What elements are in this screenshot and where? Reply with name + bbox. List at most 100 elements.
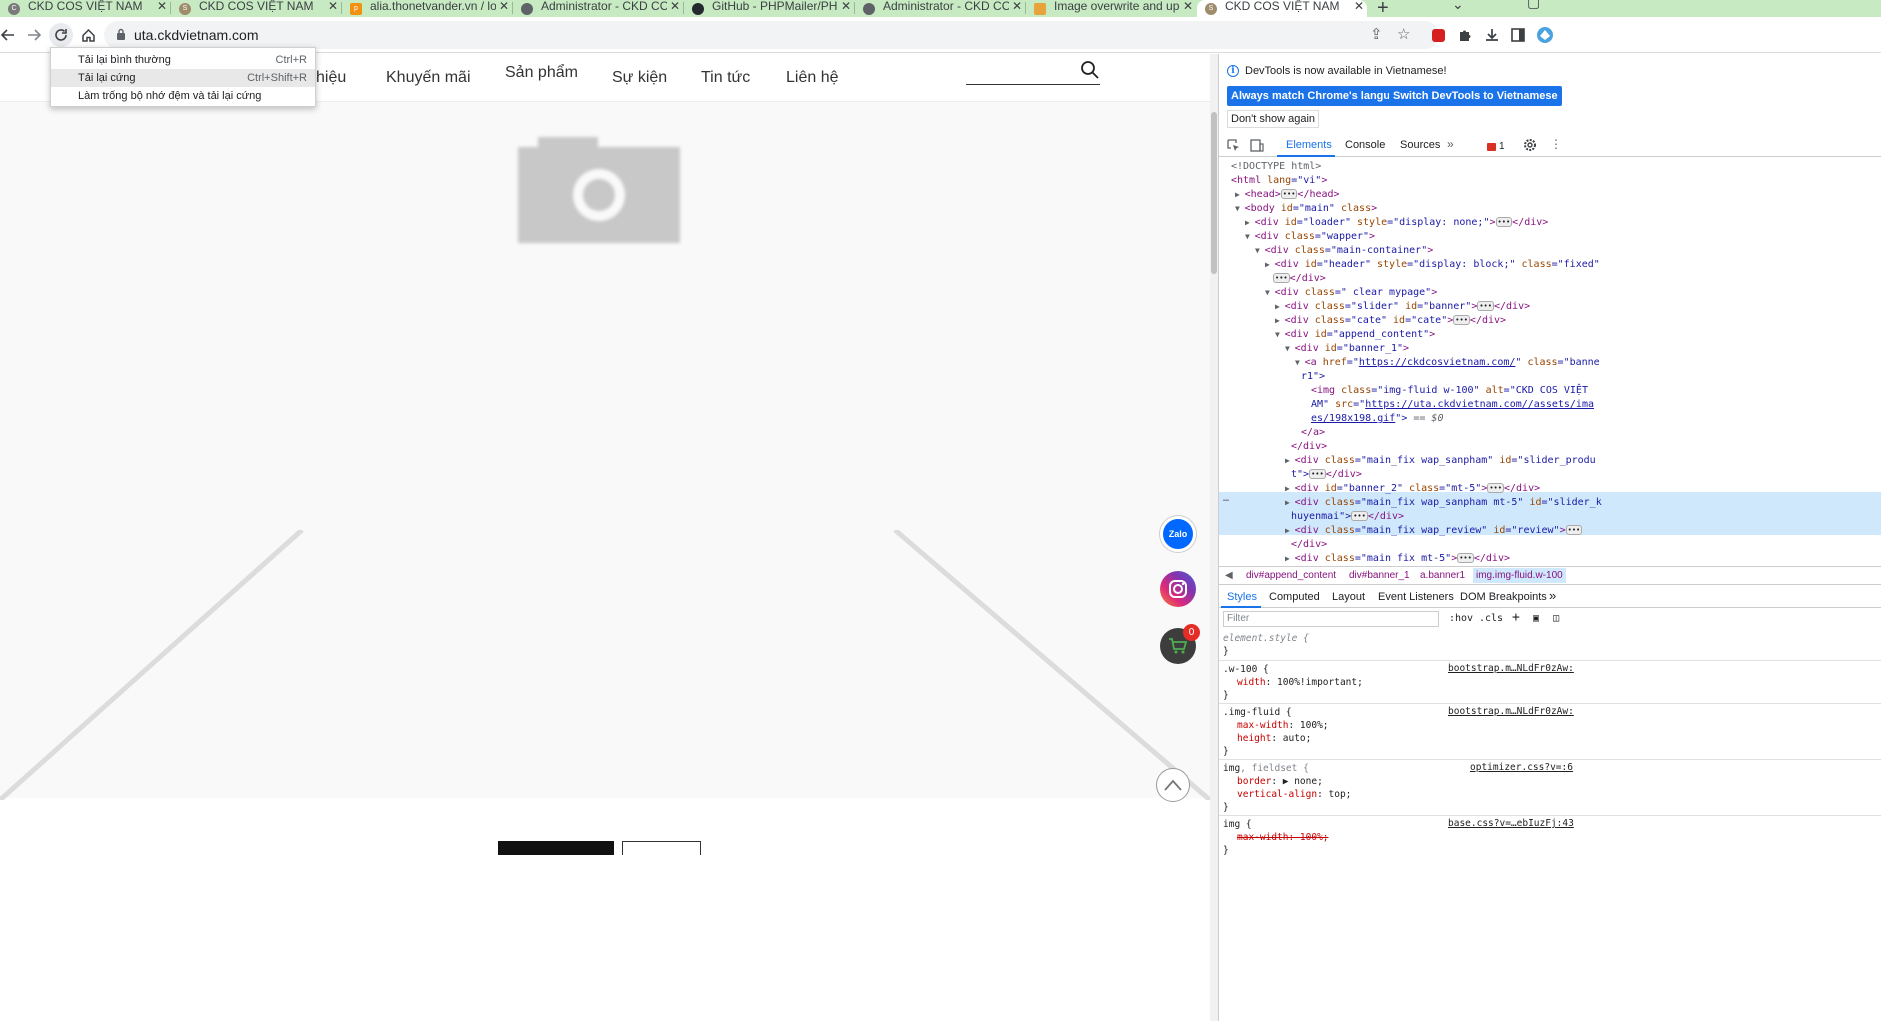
breadcrumb-item[interactable]: a.banner1 — [1420, 570, 1465, 581]
dom-line[interactable]: ▼ <div class="main-container"> — [1255, 244, 1433, 258]
rule-declaration[interactable]: max-width: 100%; — [1237, 719, 1329, 732]
rule-source-link[interactable]: base.css?v=…ebIuzFj:43 — [1448, 818, 1574, 829]
dom-line[interactable]: ▶ <div class="main_fix wap_sanpham" id="… — [1285, 454, 1596, 468]
switch-language-button[interactable]: Switch DevTools to Vietnamese — [1389, 86, 1562, 106]
browser-tab[interactable]: p alia.thonetvander.vn / loc ✕ — [342, 0, 512, 17]
error-count-badge[interactable]: 1 — [1487, 141, 1505, 152]
dom-line[interactable]: ▼ <body id="main" class> — [1235, 202, 1377, 216]
browser-tab[interactable]: C CKD COS VIỆT NAM ✕ — [0, 0, 170, 17]
cls-toggle[interactable]: .cls — [1479, 613, 1503, 624]
secondary-button-partial[interactable] — [622, 841, 701, 855]
new-tab-icon[interactable]: + — [1377, 0, 1389, 17]
dom-line[interactable]: ▶ <div id="header" style="display: block… — [1265, 258, 1600, 272]
dom-line[interactable]: ▼ <div id="append_content"> — [1275, 328, 1435, 342]
browser-tab[interactable]: S CKD COS VIỆT NAM ✕ — [171, 0, 341, 17]
browser-tab[interactable]: Image overwrite and upd ✕ — [1026, 0, 1196, 17]
download-icon[interactable] — [1480, 23, 1504, 47]
tab-computed[interactable]: Computed — [1269, 591, 1320, 603]
address-bar[interactable]: uta.ckdvietnam.com ⇪ ☆ — [104, 21, 1439, 49]
forward-icon[interactable] — [22, 23, 46, 47]
tab-close-icon[interactable]: ✕ — [838, 0, 854, 13]
styles-filter-input[interactable]: Filter — [1223, 611, 1439, 627]
nav-link-contact[interactable]: Liên hệ — [786, 69, 839, 87]
bookmark-star-icon[interactable]: ☆ — [1397, 25, 1410, 43]
dom-line[interactable]: ▼ <div id="banner_1"> — [1285, 342, 1409, 356]
side-panel-icon[interactable] — [1506, 23, 1530, 47]
tab-sources[interactable]: Sources — [1400, 139, 1440, 151]
rule-declaration[interactable]: width: 100%!important; — [1237, 676, 1363, 689]
more-tabs-icon[interactable]: » — [1549, 588, 1556, 603]
rule-selector[interactable]: img, fieldset { — [1223, 762, 1309, 775]
dom-line[interactable]: t"> ••• </div> — [1291, 468, 1362, 482]
match-language-button[interactable]: Always match Chrome's language — [1227, 86, 1414, 106]
dom-line[interactable]: r1"> — [1301, 370, 1325, 384]
dom-line[interactable]: ▶ <div id="loader" style="display: none;… — [1245, 216, 1548, 230]
dom-line[interactable]: ▶ <div class="cate" id="cate"> ••• </div> — [1275, 314, 1506, 328]
rule-source-link[interactable]: bootstrap.m…NLdFr0zAw: — [1448, 663, 1574, 674]
menu-item-normal-reload[interactable]: Tải lại bình thường Ctrl+R — [51, 51, 315, 69]
tab-close-icon[interactable]: ✕ — [325, 0, 341, 13]
tab-dom-breakpoints[interactable]: DOM Breakpoints — [1460, 591, 1547, 603]
dom-line[interactable]: </div> — [1291, 538, 1327, 552]
tab-close-icon[interactable]: ✕ — [154, 0, 170, 13]
dom-line[interactable]: ▶ <div class="main fix mt-5"> ••• </div> — [1285, 552, 1510, 566]
nav-link-products[interactable]: Sản phẩm — [505, 64, 578, 82]
tab-close-icon[interactable]: ✕ — [496, 0, 512, 13]
zalo-chat-button[interactable]: Zalo — [1160, 516, 1196, 552]
dom-line[interactable]: huyenmai"> ••• </div> — [1291, 510, 1404, 524]
dom-line[interactable]: ▼ <div class="wapper"> — [1245, 230, 1375, 244]
nav-link-events[interactable]: Sự kiện — [612, 69, 667, 87]
new-rule-plus-icon[interactable]: + — [1512, 610, 1520, 625]
dom-line[interactable]: ▼ <a href="https://ckdcosvietnam.com/" c… — [1295, 356, 1600, 370]
browser-tab-active[interactable]: S CKD COS VIỆT NAM ✕ — [1197, 0, 1367, 17]
extensions-puzzle-icon[interactable] — [1453, 23, 1477, 47]
page-scrollbar-thumb[interactable] — [1211, 112, 1217, 274]
profile-avatar-icon[interactable] — [1533, 23, 1557, 47]
rule-source-link[interactable]: optimizer.css?v=:6 — [1470, 762, 1573, 773]
dom-line-selected[interactable]: <img class="img-fluid w-100" alt="CKD CO… — [1311, 384, 1588, 398]
tab-event-listeners[interactable]: Event Listeners — [1378, 591, 1454, 603]
dom-line[interactable]: ▶ <div class="slider" id="banner"> ••• </d… — [1275, 300, 1530, 314]
device-toolbar-icon[interactable] — [1250, 139, 1264, 152]
dom-line[interactable]: <!DOCTYPE html> — [1231, 160, 1321, 174]
dom-line[interactable]: </div> — [1291, 440, 1327, 454]
dom-line[interactable]: ▶ <div class="main_fix wap_review" id="r… — [1285, 524, 1583, 538]
tab-close-icon[interactable]: ✕ — [1009, 0, 1025, 13]
breadcrumb-item[interactable]: div#banner_1 — [1349, 570, 1410, 581]
rule-selector[interactable]: .w-100 { — [1223, 663, 1269, 676]
dom-line-selected[interactable]: es/198x198.gif"> == $0 — [1311, 412, 1443, 426]
inspect-element-icon[interactable] — [1227, 139, 1240, 152]
dont-show-again-button[interactable]: Don't show again — [1227, 110, 1320, 128]
site-search-input[interactable] — [966, 84, 1100, 85]
rule-selector[interactable]: img { — [1223, 818, 1252, 831]
nav-link-brand[interactable]: hiệu — [316, 69, 346, 87]
dom-line[interactable]: ▼ <div class=" clear mypage"> — [1265, 286, 1437, 300]
rule-source-link[interactable]: bootstrap.m…NLdFr0zAw: — [1448, 706, 1574, 717]
primary-button-partial[interactable] — [498, 841, 614, 855]
dom-line[interactable]: </a> — [1301, 426, 1325, 440]
back-icon[interactable] — [0, 23, 20, 47]
dom-line[interactable]: ▶ <head> ••• </head> — [1235, 188, 1340, 202]
rule-selector[interactable]: .img-fluid { — [1223, 706, 1292, 719]
rule-declaration[interactable]: height: auto; — [1237, 732, 1311, 745]
reload-icon[interactable] — [49, 23, 73, 47]
tab-close-icon[interactable]: ✕ — [1351, 0, 1367, 13]
tab-layout[interactable]: Layout — [1332, 591, 1365, 603]
restore-window-icon[interactable]: ▢ — [1527, 0, 1540, 11]
hov-toggle[interactable]: :hov — [1449, 613, 1473, 624]
nav-link-news[interactable]: Tin tức — [701, 69, 750, 87]
rule-declaration[interactable]: border: ▶ none; — [1237, 775, 1323, 788]
tab-elements[interactable]: Elements — [1286, 139, 1332, 151]
dom-line-selected[interactable]: AM" src="https://uta.ckdvietnam.com//ass… — [1311, 398, 1594, 412]
dom-line[interactable]: <html lang="vi"> — [1231, 174, 1327, 188]
browser-tab[interactable]: GitHub - PHPMailer/PHPI ✕ — [684, 0, 854, 17]
tab-console[interactable]: Console — [1345, 139, 1385, 151]
tab-styles[interactable]: Styles — [1227, 591, 1257, 603]
node-actions-ellipsis[interactable]: … — [1223, 492, 1229, 506]
rule-selector[interactable]: element.style { — [1223, 632, 1309, 645]
rule-declaration[interactable]: vertical-align: top; — [1237, 788, 1351, 801]
extension-record-icon[interactable] — [1426, 23, 1450, 47]
nav-link-promotions[interactable]: Khuyến mãi — [386, 69, 471, 87]
breadcrumb-item[interactable]: div#append_content — [1246, 570, 1336, 581]
breadcrumb-scroll-left-icon[interactable]: ◀ — [1225, 570, 1233, 581]
